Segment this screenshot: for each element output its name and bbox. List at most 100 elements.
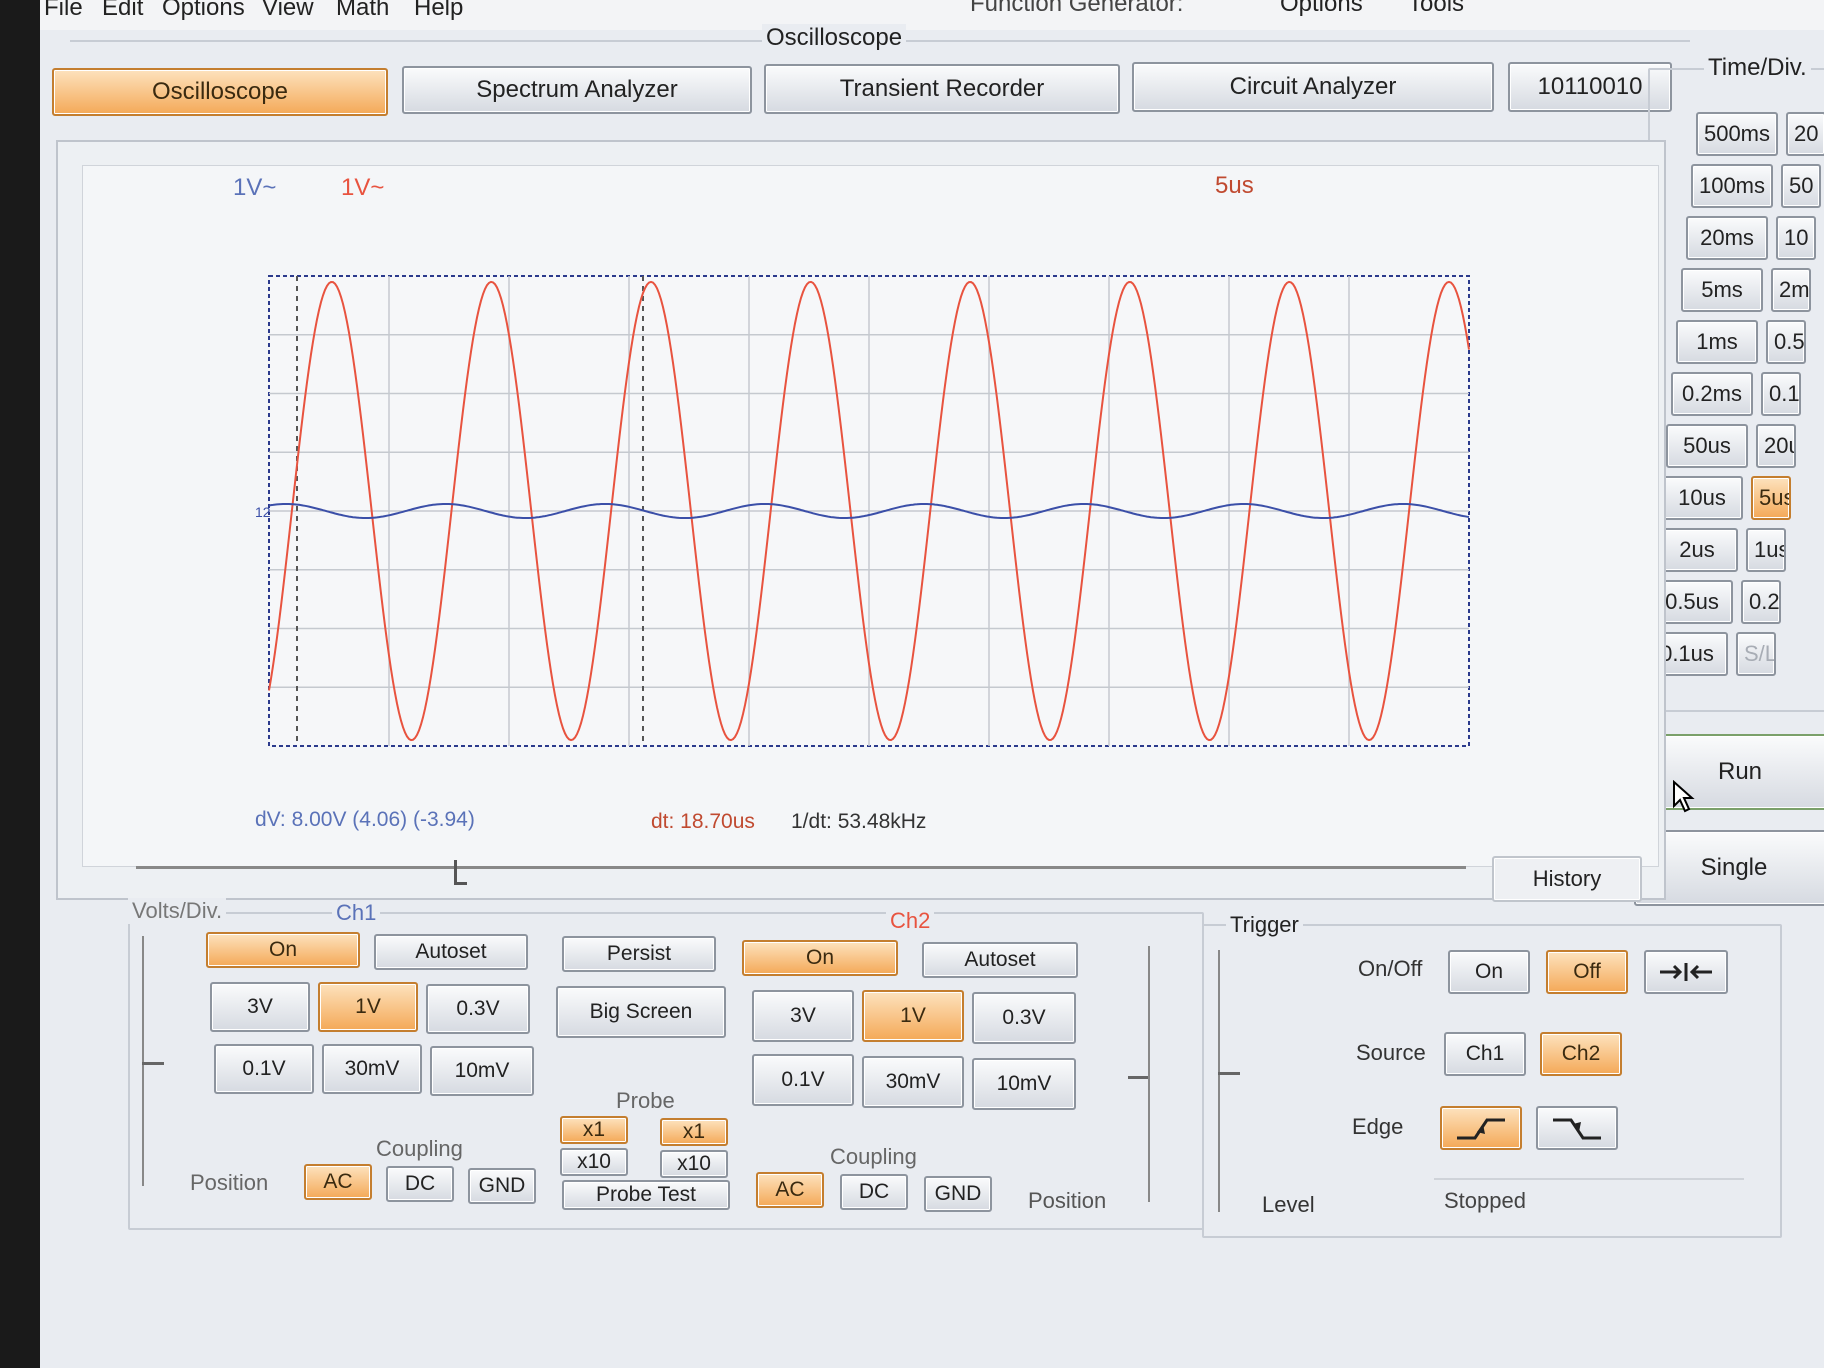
timebase-readout: 5us (1215, 172, 1254, 199)
time-div-500ms[interactable]: 500ms (1696, 112, 1778, 156)
ch1-volts-0-1v[interactable]: 0.1V (214, 1044, 314, 1094)
ch1-title: Ch1 (332, 900, 381, 926)
time-div-10[interactable]: 10 (1776, 216, 1816, 260)
ch2-volts-0-1v[interactable]: 0.1V (752, 1054, 854, 1106)
tab-transient-recorder[interactable]: Transient Recorder (764, 64, 1120, 114)
trigger-onoff-label: On/Off (1358, 956, 1423, 981)
ch1-position-slider[interactable] (142, 936, 152, 1186)
probe-ch1-x1[interactable]: x1 (560, 1116, 628, 1144)
ch1-scale-readout: 1V~ (233, 174, 277, 201)
run-button[interactable]: Run (1640, 734, 1824, 810)
time-div-20ms[interactable]: 20ms (1686, 216, 1768, 260)
volts-div-title: Volts/Div. (128, 898, 227, 924)
time-div-s-l[interactable]: S/L (1736, 632, 1776, 676)
menu-right-options[interactable]: Options (1280, 0, 1363, 18)
menu-options[interactable]: Options (162, 0, 245, 22)
ch1-position-label: Position (190, 1170, 269, 1195)
scope-plot: 12 (255, 275, 1470, 747)
trigger-status: Stopped (1444, 1188, 1526, 1213)
history-button[interactable]: History (1492, 856, 1642, 902)
time-div-5us[interactable]: 5us (1751, 476, 1791, 520)
history-slider-track[interactable] (136, 866, 1466, 869)
ch2-on-button[interactable]: On (742, 940, 898, 976)
time-div-20[interactable]: 20 (1786, 112, 1824, 156)
time-div-1us[interactable]: 1us (1746, 528, 1786, 572)
mouse-cursor-icon (1672, 779, 1698, 819)
ch2-coupling-ac[interactable]: AC (756, 1172, 824, 1208)
time-div-title: Time/Div. (1704, 54, 1811, 82)
time-div-20u[interactable]: 20u (1756, 424, 1796, 468)
probe-ch2-x10[interactable]: x10 (660, 1150, 728, 1178)
ch2-volts-10mv[interactable]: 10mV (972, 1058, 1076, 1110)
probe-ch2-x1[interactable]: x1 (660, 1118, 728, 1146)
tab-oscilloscope[interactable]: Oscilloscope (52, 68, 388, 116)
ch2-volts-30mv[interactable]: 30mV (862, 1056, 964, 1108)
center-arrows-icon[interactable] (1644, 950, 1728, 994)
ch2-coupling-dc[interactable]: DC (840, 1174, 908, 1210)
menu-tools[interactable]: Tools (1408, 0, 1464, 18)
ch2-volts-3v[interactable]: 3V (752, 990, 854, 1042)
big-screen-button[interactable]: Big Screen (556, 986, 726, 1038)
ch2-position-thumb[interactable] (1128, 1076, 1148, 1087)
time-div-50us[interactable]: 50us (1666, 424, 1748, 468)
tab-circuit-analyzer[interactable]: Circuit Analyzer (1132, 62, 1494, 112)
ch2-volts-0-3v[interactable]: 0.3V (972, 992, 1076, 1044)
ch2-coupling-label: Coupling (830, 1144, 917, 1169)
time-div-10us[interactable]: 10us (1661, 476, 1743, 520)
ch2-autoset-button[interactable]: Autoset (922, 942, 1078, 978)
menu-file[interactable]: File (44, 0, 83, 22)
menu-bar: File Edit Options View Math Help Functio… (40, 0, 1824, 30)
time-div-2m[interactable]: 2m (1771, 268, 1811, 312)
trigger-source-ch1[interactable]: Ch1 (1444, 1032, 1526, 1076)
time-div-0-5r[interactable]: 0.5r (1766, 320, 1806, 364)
ch2-position-label: Position (1028, 1188, 1107, 1213)
menu-math[interactable]: Math (336, 0, 389, 22)
persist-button[interactable]: Persist (562, 936, 716, 972)
time-div-0-2us[interactable]: 0.2us (1741, 580, 1781, 624)
time-div-2us[interactable]: 2us (1656, 528, 1738, 572)
dt-readout: dt: 18.70us (651, 810, 755, 833)
ch2-position-slider[interactable] (1140, 946, 1150, 1202)
ch1-volts-30mv[interactable]: 30mV (322, 1044, 422, 1094)
ch1-volts-10mv[interactable]: 10mV (430, 1046, 534, 1096)
time-div-50[interactable]: 50 (1781, 164, 1821, 208)
trigger-source-label: Source (1356, 1040, 1426, 1065)
inv-dt-readout: 1/dt: 53.48kHz (791, 810, 927, 833)
time-div-0-1r[interactable]: 0.1r (1761, 372, 1801, 416)
ch1-coupling-gnd[interactable]: GND (468, 1168, 536, 1204)
menu-view[interactable]: View (262, 0, 314, 22)
probe-test-button[interactable]: Probe Test (562, 1180, 730, 1210)
time-div-5ms[interactable]: 5ms (1681, 268, 1763, 312)
ch1-on-button[interactable]: On (206, 932, 360, 968)
ch2-volts-1v[interactable]: 1V (862, 990, 964, 1042)
ch1-position-thumb[interactable] (142, 1062, 164, 1073)
trigger-off-button[interactable]: Off (1546, 950, 1628, 994)
ch1-coupling-ac[interactable]: AC (304, 1164, 372, 1200)
ch2-coupling-gnd[interactable]: GND (924, 1176, 992, 1212)
time-div-1ms[interactable]: 1ms (1676, 320, 1758, 364)
ch1-autoset-button[interactable]: Autoset (374, 934, 528, 970)
time-div-100ms[interactable]: 100ms (1691, 164, 1773, 208)
trigger-edge-label: Edge (1352, 1114, 1404, 1139)
falling-edge-icon[interactable] (1536, 1106, 1618, 1150)
ch1-volts-0-3v[interactable]: 0.3V (426, 984, 530, 1034)
function-generator-label: Function Generator: (970, 0, 1184, 17)
trigger-on-button[interactable]: On (1448, 950, 1530, 994)
tab-spectrum-analyzer[interactable]: Spectrum Analyzer (402, 66, 752, 114)
history-slider-thumb[interactable] (454, 860, 467, 885)
ch1-coupling-dc[interactable]: DC (386, 1166, 454, 1202)
menu-edit[interactable]: Edit (102, 0, 143, 22)
probe-label: Probe (616, 1088, 675, 1113)
ch2-scale-readout: 1V~ (341, 174, 385, 201)
time-div-0-2ms[interactable]: 0.2ms (1671, 372, 1753, 416)
scope-display: 12 1V~ 1V~ 5us dV: 8.00V (4.06) (-3.94) … (82, 165, 1659, 867)
ch1-volts-1v[interactable]: 1V (318, 982, 418, 1032)
probe-ch1-x10[interactable]: x10 (560, 1148, 628, 1176)
window-title: Oscilloscope (762, 24, 907, 52)
rising-edge-icon[interactable] (1440, 1106, 1522, 1150)
ch1-volts-3v[interactable]: 3V (210, 982, 310, 1032)
trigger-level-thumb[interactable] (1218, 1072, 1240, 1083)
menu-help[interactable]: Help (414, 0, 463, 22)
zero-level-marker: 12 (255, 504, 271, 520)
trigger-source-ch2[interactable]: Ch2 (1540, 1032, 1622, 1076)
